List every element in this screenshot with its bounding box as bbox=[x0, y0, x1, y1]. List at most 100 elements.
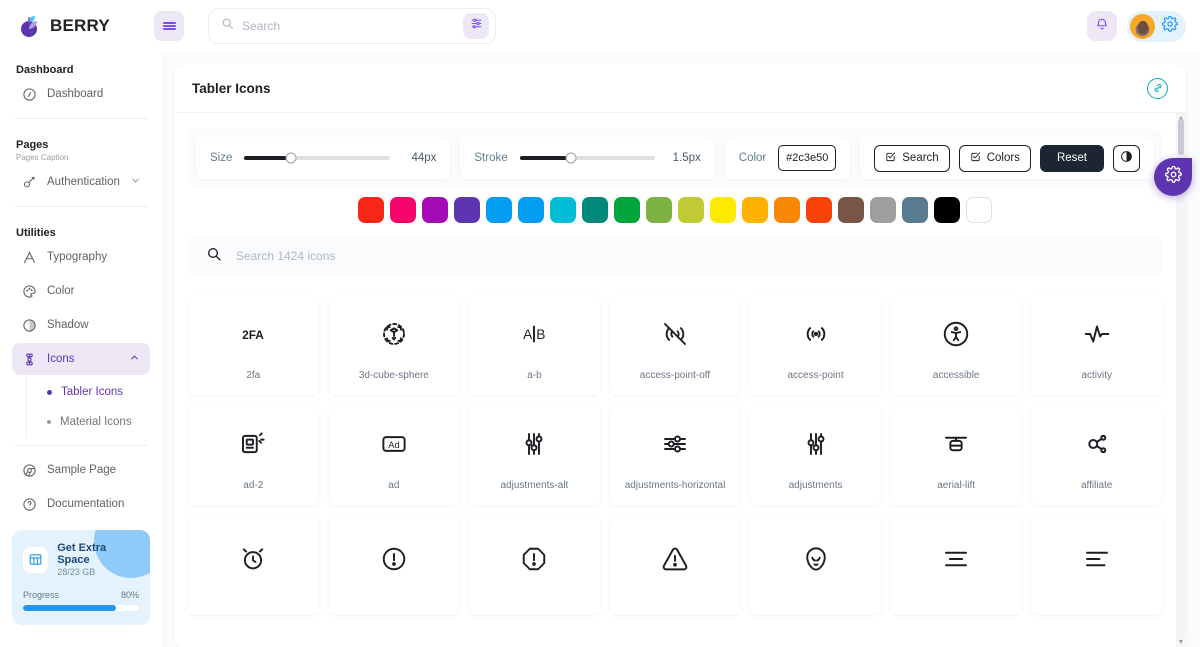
brand-logo[interactable]: BERRY bbox=[0, 13, 162, 39]
card-header: Tabler Icons bbox=[174, 64, 1186, 113]
alert-triangle-icon bbox=[660, 535, 690, 583]
sidebar-item-dashboard[interactable]: Dashboard bbox=[12, 78, 150, 110]
sidebar-item-material-icons[interactable]: Material Icons bbox=[47, 407, 150, 437]
icon-cell[interactable] bbox=[609, 515, 741, 615]
stroke-control: Stroke 1.5px bbox=[460, 137, 715, 179]
search-input[interactable] bbox=[242, 19, 455, 33]
color-swatch[interactable] bbox=[678, 197, 704, 223]
sidebar-item-typography[interactable]: Typography bbox=[12, 241, 150, 273]
stroke-slider-handle[interactable] bbox=[565, 152, 577, 164]
sidebar-item-label: Authentication bbox=[47, 176, 120, 188]
sidebar-item-sample-page[interactable]: Sample Page bbox=[12, 454, 150, 486]
link-icon[interactable] bbox=[1147, 77, 1168, 99]
menu-toggle-button[interactable] bbox=[154, 11, 184, 41]
size-slider-handle[interactable] bbox=[285, 152, 297, 164]
color-swatch[interactable] bbox=[774, 197, 800, 223]
sidebar-submenu-icons: Tabler Icons Material Icons bbox=[26, 377, 150, 437]
icon-cell[interactable] bbox=[328, 515, 460, 615]
icon-search-bar[interactable] bbox=[188, 235, 1162, 277]
icon-label: access-point-off bbox=[639, 369, 711, 381]
icon-cell[interactable] bbox=[890, 515, 1022, 615]
icon-cell[interactable]: adjustments bbox=[750, 405, 881, 505]
divider bbox=[14, 118, 148, 119]
color-swatch[interactable] bbox=[710, 197, 736, 223]
color-swatch[interactable] bbox=[550, 197, 576, 223]
adjustments-alt-icon bbox=[519, 420, 549, 468]
activity-icon bbox=[1082, 310, 1112, 358]
color-swatch[interactable] bbox=[614, 197, 640, 223]
icon-cell[interactable] bbox=[469, 515, 600, 615]
profile-chip[interactable] bbox=[1127, 10, 1186, 42]
colors-toggle-button[interactable]: Colors bbox=[958, 144, 1031, 172]
color-swatch[interactable] bbox=[870, 197, 896, 223]
search-filter-button[interactable] bbox=[463, 13, 489, 39]
icon-cell[interactable]: adjustments-horizontal bbox=[609, 405, 741, 505]
color-swatch[interactable] bbox=[518, 197, 544, 223]
icon-cell[interactable] bbox=[750, 515, 881, 615]
shadow-icon bbox=[22, 318, 37, 333]
icon-cell[interactable] bbox=[188, 515, 319, 615]
sidebar-item-label: Icons bbox=[47, 353, 75, 365]
chevron-up-icon bbox=[129, 352, 140, 366]
access-point-icon bbox=[801, 310, 831, 358]
color-swatch[interactable] bbox=[454, 197, 480, 223]
icon-cell[interactable]: Ad ad bbox=[328, 405, 460, 505]
icon-cell[interactable]: ad-2 bbox=[188, 405, 319, 505]
icon-cell[interactable]: accessible bbox=[890, 295, 1022, 395]
icon-label: ad bbox=[388, 479, 400, 491]
icon-cell[interactable] bbox=[1031, 515, 1162, 615]
color-swatch[interactable] bbox=[806, 197, 832, 223]
color-swatch[interactable] bbox=[902, 197, 928, 223]
stroke-slider[interactable] bbox=[519, 152, 655, 164]
icon-cell[interactable]: adjustments-alt bbox=[469, 405, 600, 505]
icon-cell[interactable]: access-point-off bbox=[609, 295, 741, 395]
top-bar-actions bbox=[1087, 10, 1186, 42]
size-slider[interactable] bbox=[244, 152, 391, 164]
color-swatch[interactable] bbox=[646, 197, 672, 223]
scroll-down-arrow[interactable]: ▼ bbox=[1176, 637, 1186, 647]
icon-cell[interactable]: A Ba-b bbox=[469, 295, 600, 395]
icon-cell[interactable]: affiliate bbox=[1031, 405, 1162, 505]
sidebar-item-color[interactable]: Color bbox=[12, 275, 150, 307]
upsell-title: Get Extra Space bbox=[57, 542, 107, 566]
scrollbar-thumb[interactable] bbox=[1178, 119, 1184, 155]
color-swatches bbox=[188, 187, 1162, 231]
search-toggle-label: Search bbox=[902, 152, 939, 164]
color-swatch[interactable] bbox=[422, 197, 448, 223]
sidebar-subitem-label: Material Icons bbox=[60, 416, 132, 428]
sidebar-item-tabler-icons[interactable]: Tabler Icons bbox=[47, 377, 150, 407]
color-swatch[interactable] bbox=[966, 197, 992, 223]
notifications-button[interactable] bbox=[1087, 11, 1117, 41]
icon-label: aerial-lift bbox=[937, 479, 976, 491]
upsell-card[interactable]: Get Extra Space 28/23 GB Progress 80% bbox=[12, 530, 150, 625]
contrast-button[interactable] bbox=[1112, 144, 1140, 172]
color-swatch[interactable] bbox=[390, 197, 416, 223]
sidebar-item-documentation[interactable]: Documentation bbox=[12, 488, 150, 520]
sidebar-caption-utilities: Utilities bbox=[16, 227, 56, 239]
icon-cell[interactable]: aerial-lift bbox=[890, 405, 1022, 505]
icon-search-input[interactable] bbox=[236, 249, 1144, 263]
icon-cell[interactable]: 2FA 2fa bbox=[188, 295, 319, 395]
sidebar-item-authentication[interactable]: Authentication bbox=[12, 166, 150, 198]
color-swatch[interactable] bbox=[838, 197, 864, 223]
color-swatch[interactable] bbox=[742, 197, 768, 223]
theme-settings-fab[interactable] bbox=[1154, 158, 1192, 196]
icon-cell[interactable]: access-point bbox=[750, 295, 881, 395]
color-swatch[interactable] bbox=[934, 197, 960, 223]
sidebar-caption-pages: Pages bbox=[16, 139, 49, 151]
global-search[interactable] bbox=[208, 8, 496, 44]
icon-cell[interactable]: activity bbox=[1031, 295, 1162, 395]
color-swatch[interactable] bbox=[358, 197, 384, 223]
sidebar-item-shadow[interactable]: Shadow bbox=[12, 309, 150, 341]
color-swatch[interactable] bbox=[582, 197, 608, 223]
scroll-area: Size 44px Stroke 1.5px Color #2c3e50 Sea… bbox=[174, 113, 1176, 647]
color-input[interactable] bbox=[778, 145, 837, 171]
icons-icon bbox=[22, 352, 37, 367]
reset-button[interactable]: Reset bbox=[1039, 144, 1104, 172]
color-swatch[interactable] bbox=[486, 197, 512, 223]
icon-cell[interactable]: 3d-cube-sphere bbox=[328, 295, 460, 395]
svg-text:2FA: 2FA bbox=[242, 328, 264, 342]
search-toggle-button[interactable]: Search bbox=[874, 144, 950, 172]
progress-bar-fill bbox=[23, 605, 116, 611]
sidebar-item-icons[interactable]: Icons bbox=[12, 343, 150, 375]
